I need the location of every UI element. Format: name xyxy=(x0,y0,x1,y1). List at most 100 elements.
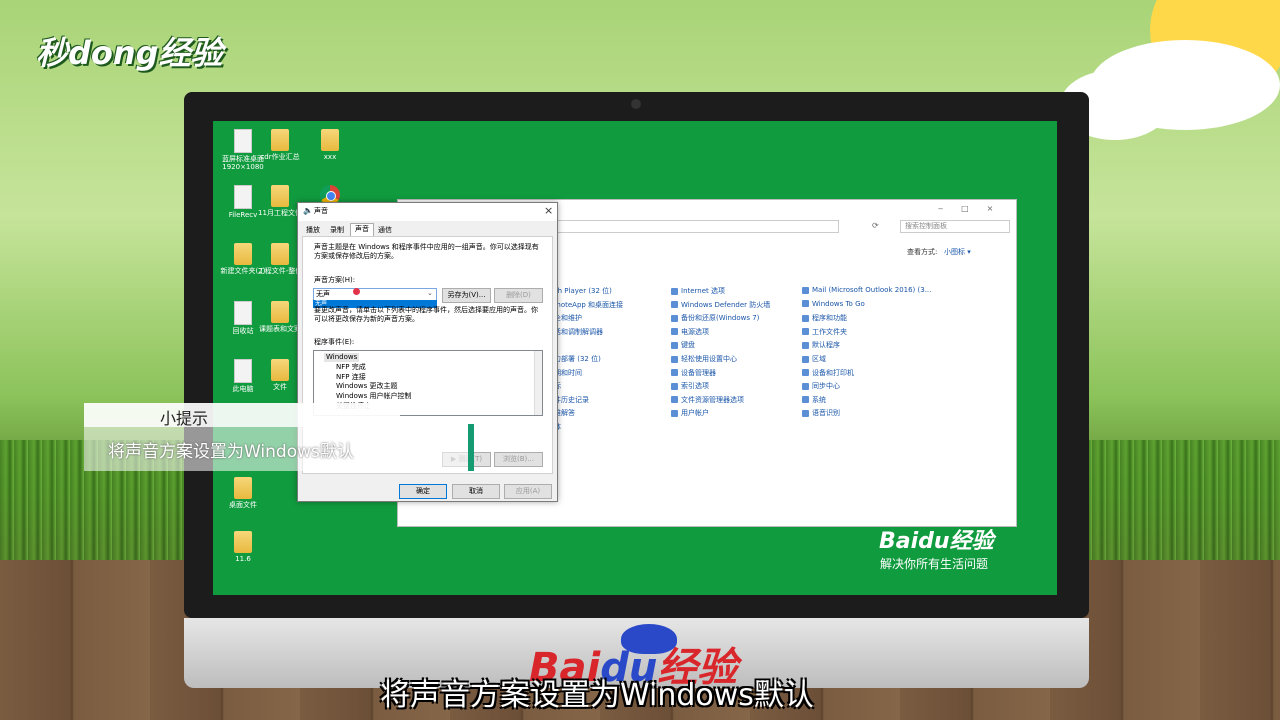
view-by-label: 查看方式: xyxy=(907,248,938,256)
folder-icon xyxy=(271,129,289,151)
desktop-icon-label: 11.6 xyxy=(235,555,251,563)
control-panel-item[interactable]: 区域 xyxy=(802,354,826,364)
save-as-button[interactable]: 另存为(V)... xyxy=(442,288,491,303)
change-instructions: 要更改声音，请单击以下列表中的程序事件，然后选择要应用的声音。你可以将更改保存为… xyxy=(314,306,538,323)
tab-recording[interactable]: 录制 xyxy=(326,225,348,236)
control-panel-item-icon xyxy=(671,369,678,377)
control-panel-item-label: 同步中心 xyxy=(812,382,840,391)
control-panel-item-icon xyxy=(802,300,809,308)
control-panel-item-label: 轻松使用设置中心 xyxy=(681,355,737,363)
control-panel-item-label: Windows To Go xyxy=(812,299,865,308)
sound-title-bar: 🔈 声音 × xyxy=(298,203,557,221)
control-panel-item[interactable]: 话和调制解调器 xyxy=(554,327,603,337)
scheme-label: 声音方案(H): xyxy=(314,276,356,284)
events-label: 程序事件(E): xyxy=(314,338,355,346)
apply-button[interactable]: 应用(A) xyxy=(504,484,552,499)
control-panel-item-icon xyxy=(802,409,809,417)
refresh-icon[interactable]: ⟳ xyxy=(872,221,879,230)
control-panel-item[interactable]: 索引选项 xyxy=(671,381,709,391)
file-icon xyxy=(234,359,252,383)
folder-icon xyxy=(271,301,289,323)
scheme-select-value: 无声 xyxy=(316,290,330,298)
control-panel-item-icon xyxy=(671,409,678,417)
cancel-button[interactable]: 取消 xyxy=(452,484,500,499)
hint-title-panel: 小提示 xyxy=(84,403,400,428)
control-panel-item[interactable]: 力部署 (32 位) xyxy=(554,354,601,364)
view-by-dropdown[interactable]: 小图标 ▾ xyxy=(944,248,971,257)
browse-button[interactable]: 浏览(B)... xyxy=(494,452,543,467)
control-panel-item-label: 文件资源管理器选项 xyxy=(681,395,744,404)
desktop-icon[interactable]: cdr作业汇总 xyxy=(255,129,305,161)
tab-sounds[interactable]: 声音 xyxy=(350,223,374,237)
ok-button[interactable]: 确定 xyxy=(399,484,447,499)
control-panel-item[interactable]: 全和维护 xyxy=(554,313,582,323)
control-panel-item-label: 索引选项 xyxy=(681,382,709,391)
control-panel-item-label: Mail (Microsoft Outlook 2016) (3... xyxy=(812,286,932,294)
control-panel-item[interactable]: 轻松使用设置中心 xyxy=(671,354,737,364)
tab-playback[interactable]: 播放 xyxy=(302,225,324,236)
control-panel-item[interactable]: 程序和功能 xyxy=(802,313,847,323)
control-panel-item-icon xyxy=(671,382,678,390)
watermark-logo: 秒dong经验 xyxy=(36,34,223,72)
control-panel-item-label: 语音识别 xyxy=(812,409,840,418)
control-panel-item[interactable]: 默认程序 xyxy=(802,340,840,350)
control-panel-item-label: 系统 xyxy=(812,395,826,404)
desktop-icon[interactable]: 11.6 xyxy=(218,531,268,563)
event-list-item[interactable]: Windows 更改主题 xyxy=(336,382,397,391)
control-panel-item[interactable]: 件历史记录 xyxy=(554,395,589,405)
control-panel-item[interactable]: 设备管理器 xyxy=(671,368,716,378)
desktop-icon-label: 桌面文件 xyxy=(229,501,257,509)
screen-baidu-logo: Baidu经验 xyxy=(879,529,994,554)
control-panel-item[interactable]: moteApp 和桌面连接 xyxy=(554,300,623,310)
control-panel-item[interactable]: 工作文件夹 xyxy=(802,327,847,337)
control-panel-item-label: 设备管理器 xyxy=(681,368,716,377)
control-panel-item[interactable]: 设备和打印机 xyxy=(802,368,854,378)
event-list-item[interactable]: NFP 完成 xyxy=(336,363,366,372)
folder-icon xyxy=(271,243,289,265)
webcam xyxy=(631,99,641,109)
control-panel-item-label: 工作文件夹 xyxy=(812,327,847,336)
control-panel-item-label: 用户帐户 xyxy=(681,409,709,418)
control-panel-item[interactable]: 文件资源管理器选项 xyxy=(671,395,744,405)
control-panel-item-label: 默认程序 xyxy=(812,341,840,350)
folder-icon xyxy=(321,129,339,151)
control-panel-item-label: sh Player (32 位) xyxy=(554,287,612,295)
control-panel-item[interactable]: sh Player (32 位) xyxy=(554,286,612,296)
control-panel-item[interactable]: 系统 xyxy=(802,395,826,405)
control-panel-item-icon xyxy=(671,314,678,322)
control-panel-item-label: 键盘 xyxy=(681,341,695,350)
control-panel-item[interactable]: Windows To Go xyxy=(802,300,865,308)
speaker-icon: 🔈 xyxy=(303,206,313,215)
control-panel-item[interactable]: 语音识别 xyxy=(802,408,840,418)
search-input[interactable]: 搜索控制面板 xyxy=(900,220,1010,233)
close-icon[interactable]: × xyxy=(544,204,553,217)
event-list-item[interactable]: NFP 连接 xyxy=(336,373,366,382)
control-panel-item[interactable]: 同步中心 xyxy=(802,381,840,391)
control-panel-item[interactable]: 期和时间 xyxy=(554,368,582,378)
events-scrollbar[interactable] xyxy=(534,351,542,415)
file-icon xyxy=(234,185,252,209)
tab-communications[interactable]: 通信 xyxy=(374,225,396,236)
control-panel-item[interactable]: Mail (Microsoft Outlook 2016) (3... xyxy=(802,286,931,294)
control-panel-item[interactable]: 电源选项 xyxy=(671,327,709,337)
control-panel-item[interactable]: Internet 选项 xyxy=(671,286,725,296)
control-panel-item-icon xyxy=(802,396,809,404)
control-panel-item-label: 设备和打印机 xyxy=(812,368,854,377)
control-panel-item-icon xyxy=(671,396,678,404)
desktop-icon[interactable]: 桌面文件 xyxy=(218,477,268,509)
control-panel-item[interactable]: 备份和还原(Windows 7) xyxy=(671,313,759,323)
control-panel-item[interactable]: 用户帐户 xyxy=(671,408,709,418)
folder-icon xyxy=(234,243,252,265)
control-panel-item-icon xyxy=(671,301,678,309)
folder-icon xyxy=(271,359,289,381)
control-panel-item[interactable]: 键盘 xyxy=(671,340,695,350)
control-panel-item-icon xyxy=(802,314,809,322)
control-panel-item[interactable]: Windows Defender 防火墙 xyxy=(671,300,770,310)
window-controls: ‒□× xyxy=(938,204,1012,213)
control-panel-item-label: 电源选项 xyxy=(681,327,709,336)
event-list-item[interactable]: Windows xyxy=(324,353,360,362)
delete-button[interactable]: 删除(D) xyxy=(494,288,543,303)
desktop-icon[interactable]: xxx xyxy=(305,129,355,161)
folder-icon xyxy=(234,477,252,499)
event-list-item[interactable]: Windows 用户帐户控制 xyxy=(336,392,411,401)
